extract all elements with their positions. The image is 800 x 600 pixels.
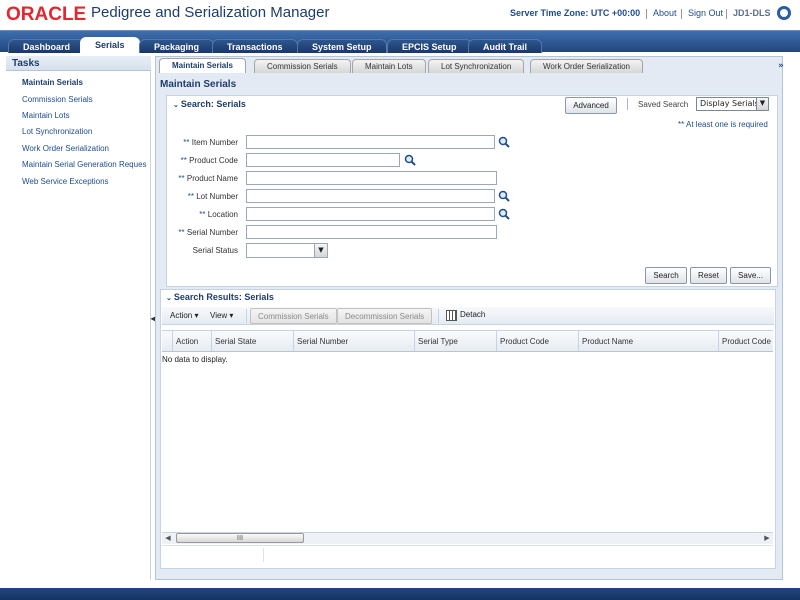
more-tabs-icon[interactable]: » bbox=[778, 61, 784, 71]
tab-epcis-setup[interactable]: EPCIS Setup bbox=[387, 39, 472, 53]
action-menu[interactable]: Action ▾ bbox=[170, 311, 198, 320]
results-grid-header: Action Serial State Serial Number Serial… bbox=[162, 330, 773, 352]
column-header-serial-state[interactable]: Serial State bbox=[211, 331, 293, 351]
column-header-serial-type[interactable]: Serial Type bbox=[414, 331, 496, 351]
item-number-label: ** Item Number bbox=[183, 138, 238, 147]
status-ring-icon bbox=[777, 6, 791, 20]
app-title: Pedigree and Serialization Manager bbox=[91, 4, 330, 21]
tab-system-setup[interactable]: System Setup bbox=[297, 39, 387, 53]
commission-serials-button[interactable]: Commission Serials bbox=[250, 308, 337, 324]
header-divider bbox=[681, 9, 682, 19]
scroll-right-icon[interactable]: ▶ bbox=[762, 533, 772, 543]
column-header-action[interactable]: Action bbox=[172, 331, 211, 351]
task-maintain-lots[interactable]: Maintain Lots bbox=[22, 111, 70, 120]
product-code-label: ** Product Code bbox=[180, 156, 238, 165]
server-time-zone: Server Time Zone: UTC +00:00 bbox=[510, 8, 641, 18]
task-lot-synchronization[interactable]: Lot Synchronization bbox=[22, 127, 92, 136]
lot-number-label: ** Lot Number bbox=[187, 192, 238, 201]
task-maintain-serials[interactable]: Maintain Serials bbox=[22, 78, 83, 87]
task-commission-serials[interactable]: Commission Serials bbox=[22, 95, 93, 104]
header-divider bbox=[646, 9, 647, 19]
tab-serials[interactable]: Serials bbox=[80, 37, 140, 53]
about-link[interactable]: About bbox=[653, 8, 677, 18]
task-web-service-exceptions[interactable]: Web Service Exceptions bbox=[22, 177, 109, 186]
tab-packaging[interactable]: Packaging bbox=[139, 39, 215, 53]
search-icon[interactable] bbox=[498, 190, 510, 202]
column-header-product-code-2[interactable]: Product Code bbox=[718, 331, 773, 351]
bottom-bar bbox=[0, 588, 800, 600]
detach-icon[interactable] bbox=[446, 310, 457, 321]
disclosure-icon[interactable]: ⌄ bbox=[173, 102, 181, 109]
results-header[interactable]: ⌄ Search Results: Serials bbox=[166, 292, 274, 302]
advanced-button[interactable]: Advanced bbox=[565, 97, 617, 114]
search-header[interactable]: ⌄ Search: Serials bbox=[173, 99, 246, 109]
subtab-commission-serials[interactable]: Commission Serials bbox=[254, 59, 351, 73]
subtab-lot-synchronization[interactable]: Lot Synchronization bbox=[428, 59, 525, 73]
column-header-serial-number[interactable]: Serial Number bbox=[293, 331, 414, 351]
search-header-label: Search: Serials bbox=[180, 99, 246, 109]
footer-divider bbox=[263, 548, 264, 562]
tab-audit-trail[interactable]: Audit Trail bbox=[468, 39, 543, 53]
required-note: ** At least one is required bbox=[678, 120, 768, 129]
scroll-left-icon[interactable]: ◀ bbox=[163, 533, 173, 543]
tasks-title: Tasks bbox=[6, 56, 151, 71]
header-divider bbox=[726, 9, 727, 19]
serial-number-label: ** Serial Number bbox=[178, 228, 238, 237]
task-maintain-serial-generation-requests[interactable]: Maintain Serial Generation Reques bbox=[22, 160, 147, 169]
search-icon[interactable] bbox=[404, 154, 416, 166]
tab-dashboard[interactable]: Dashboard bbox=[8, 39, 86, 53]
chevron-down-icon[interactable]: ▼ bbox=[314, 244, 327, 257]
column-header-product-code[interactable]: Product Code bbox=[496, 331, 578, 351]
detach-button[interactable]: Detach bbox=[460, 310, 485, 319]
empty-results-message: No data to display. bbox=[162, 355, 228, 364]
app-header: ORACLE Pedigree and Serialization Manage… bbox=[0, 0, 800, 30]
search-icon[interactable] bbox=[498, 208, 510, 220]
location-label: ** Location bbox=[199, 210, 238, 219]
oracle-logo: ORACLE bbox=[6, 4, 87, 25]
decommission-serials-button[interactable]: Decommission Serials bbox=[337, 308, 433, 324]
reset-button[interactable]: Reset bbox=[690, 267, 727, 284]
search-icon[interactable] bbox=[498, 136, 510, 148]
lot-number-input[interactable] bbox=[246, 189, 495, 203]
disclosure-icon[interactable]: ⌄ bbox=[166, 295, 174, 302]
subtab-work-order-serialization[interactable]: Work Order Serialization bbox=[530, 59, 643, 73]
sign-out-link[interactable]: Sign Out bbox=[688, 8, 723, 18]
subtab-maintain-lots[interactable]: Maintain Lots bbox=[352, 59, 426, 73]
chevron-down-icon[interactable]: ▼ bbox=[756, 98, 768, 110]
user-id: JD1-DLS bbox=[733, 8, 771, 18]
serial-status-label: Serial Status bbox=[192, 246, 238, 255]
column-header-product-name[interactable]: Product Name bbox=[578, 331, 718, 351]
saved-search-label: Saved Search bbox=[638, 100, 689, 109]
page-title: Maintain Serials bbox=[160, 79, 237, 90]
main-tab-bar: Dashboard Serials Packaging Transactions… bbox=[0, 30, 800, 53]
search-button[interactable]: Search bbox=[645, 267, 687, 284]
serial-number-input[interactable] bbox=[246, 225, 497, 239]
subtab-maintain-serials[interactable]: Maintain Serials bbox=[159, 58, 246, 73]
location-input[interactable] bbox=[246, 207, 495, 221]
toolbar-divider bbox=[627, 98, 628, 110]
view-menu[interactable]: View ▾ bbox=[210, 311, 233, 320]
results-footer bbox=[162, 545, 773, 565]
item-number-input[interactable] bbox=[246, 135, 495, 149]
product-name-input[interactable] bbox=[246, 171, 497, 185]
toolbar-divider bbox=[246, 309, 247, 323]
toolbar-divider bbox=[438, 309, 439, 323]
tab-transactions[interactable]: Transactions bbox=[212, 39, 298, 53]
product-code-input[interactable] bbox=[246, 153, 400, 167]
product-name-label: ** Product Name bbox=[178, 174, 238, 183]
results-header-label: Search Results: Serials bbox=[173, 292, 274, 302]
scrollbar-thumb[interactable]: III bbox=[176, 533, 304, 543]
save-button[interactable]: Save... bbox=[730, 267, 771, 284]
task-work-order-serialization[interactable]: Work Order Serialization bbox=[22, 144, 109, 153]
